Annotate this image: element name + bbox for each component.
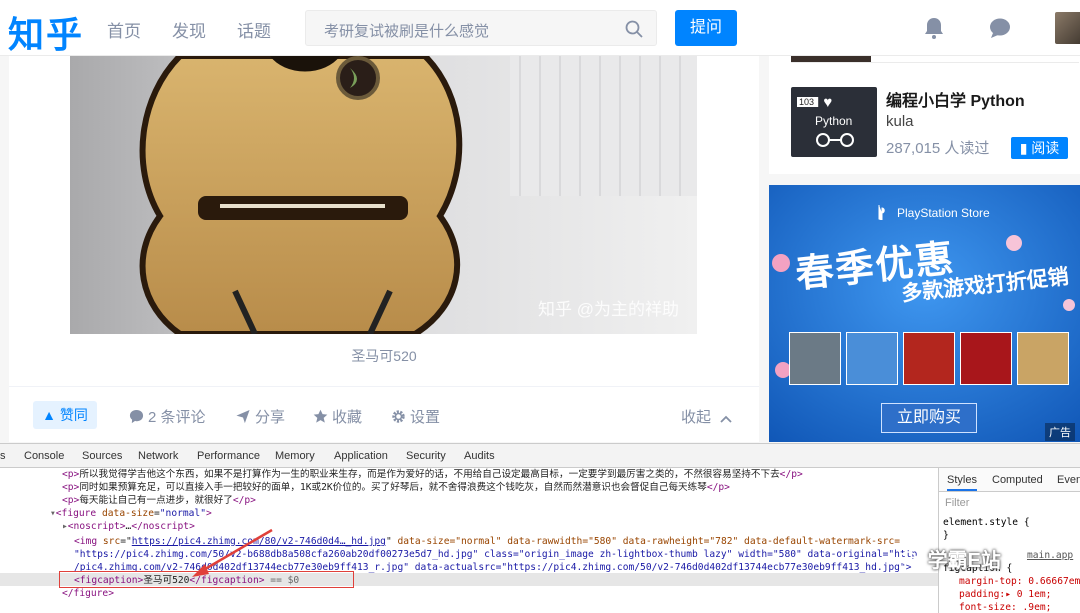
search-icon[interactable] <box>624 19 644 39</box>
ad-tag: 广告 <box>1045 423 1075 441</box>
favorite-button[interactable]: 收藏 <box>313 406 362 427</box>
style-source-link[interactable]: main.app <box>1027 550 1073 561</box>
share-label: 分享 <box>255 409 286 426</box>
sidebar-book-card: 103 I ♥ Python 编程小白学 Python kula 287,015… <box>769 56 1080 174</box>
star-icon <box>313 409 328 423</box>
tab-security[interactable]: Security <box>406 450 446 462</box>
styles-tabs: Styles Computed Event <box>939 468 1080 492</box>
answer-action-bar: ▲ 赞同 2 条评论 分享 收藏 设置 收起 <box>9 387 759 442</box>
comments-label: 2 条评论 <box>148 409 206 426</box>
tab-styles[interactable]: Styles <box>947 474 977 491</box>
tab-event-listeners[interactable]: Event <box>1057 474 1080 486</box>
tab-network[interactable]: Network <box>138 450 178 462</box>
book-author: kula <box>886 113 914 130</box>
image-caption: 圣马可520 <box>351 348 417 364</box>
settings-button[interactable]: 设置 <box>391 406 440 427</box>
search-placeholder: 考研复试被刷是什么感觉 <box>324 23 490 40</box>
share-icon <box>236 409 250 424</box>
tab-application[interactable]: Application <box>334 450 388 462</box>
ask-question-button[interactable]: 提问 <box>675 10 737 46</box>
game-cover-odyssey[interactable] <box>1017 332 1069 385</box>
book-cover[interactable]: 103 I ♥ Python <box>791 87 877 157</box>
divider <box>791 62 1079 63</box>
style-font-size[interactable]: font-size: .9em; <box>959 602 1051 613</box>
search-input[interactable]: 考研复试被刷是什么感觉 <box>305 10 657 46</box>
glasses-icon <box>816 133 854 147</box>
red-arrow-icon <box>192 528 273 577</box>
answer-card: 知乎 @为主的祥助 圣马可520 ▲ 赞同 2 条评论 分享 收藏 设置 收起 <box>9 56 759 442</box>
game-cover-god-of-war[interactable] <box>789 332 841 385</box>
nav-topics[interactable]: 话题 <box>237 17 271 42</box>
game-cover-dragon-quest[interactable] <box>846 332 898 385</box>
tab-memory[interactable]: Memory <box>275 450 315 462</box>
cover-number: 103 <box>797 97 817 107</box>
collapse-label: 收起 <box>681 409 712 426</box>
top-header: 知乎 首页 发现 话题 考研复试被刷是什么感觉 提问 <box>0 0 1080 56</box>
collapse-button[interactable]: 收起 <box>681 406 732 427</box>
game-cover-red-dead[interactable] <box>903 332 955 385</box>
guitar-photo-drawing <box>70 56 697 334</box>
tab-console[interactable]: Console <box>24 450 64 462</box>
tab-computed[interactable]: Computed <box>992 474 1043 486</box>
cover-python-text: Python <box>815 114 853 128</box>
book-icon: ▮ <box>1019 140 1032 156</box>
img-attrs: data-size="normal" data-rawwidth="580" d… <box>397 536 901 547</box>
wechat-icon <box>899 551 922 568</box>
elements-tree[interactable]: <p>所以我觉得学吉他这个东西，如果不是打算作为一生的职业来生存，而是作为爱好的… <box>0 468 938 613</box>
comments-button[interactable]: 2 条评论 <box>129 406 206 427</box>
playstation-ad[interactable]: PlayStation Store 春季优惠 多款游戏打折促销 立即购买 广告 <box>769 185 1080 442</box>
read-button[interactable]: ▮ 阅读 <box>1011 137 1068 159</box>
gear-icon <box>392 410 405 423</box>
tab-sources[interactable]: Sources <box>82 450 122 462</box>
nav-home[interactable]: 首页 <box>107 17 141 42</box>
wechat-watermark: 学霸E站 <box>899 544 1001 573</box>
devtools-tabs: s Console Sources Network Performance Me… <box>0 444 1080 468</box>
styles-pane: Styles Computed Event Filter element.sty… <box>938 468 1080 613</box>
guitar-photo[interactable]: 知乎 @为主的祥助 <box>70 56 697 334</box>
upvote-button[interactable]: ▲ 赞同 <box>33 401 97 429</box>
wechat-watermark-text: 学霸E站 <box>927 550 1001 572</box>
game-cover-spider-man[interactable] <box>960 332 1012 385</box>
book-title[interactable]: 编程小白学 Python <box>886 87 1025 111</box>
styles-filter-input[interactable]: Filter <box>945 497 969 509</box>
page: 知乎 首页 发现 话题 考研复试被刷是什么感觉 提问 知乎 @为主的祥助 圣马可… <box>0 0 1080 613</box>
notification-bell-icon[interactable] <box>922 16 946 40</box>
tab-audits[interactable]: Audits <box>464 450 495 462</box>
devtools-panel: s Console Sources Network Performance Me… <box>0 443 1080 613</box>
favorite-label: 收藏 <box>332 409 363 426</box>
book-read-count: 287,015 人读过 <box>886 140 990 157</box>
tab-elements[interactable]: s <box>0 450 6 462</box>
share-button[interactable]: 分享 <box>235 406 285 427</box>
element-style-close: } <box>943 530 949 541</box>
messages-icon[interactable] <box>988 16 1012 40</box>
buy-now-button[interactable]: 立即购买 <box>881 403 977 433</box>
photo-watermark: 知乎 @为主的祥助 <box>538 300 679 319</box>
cover-heart-text: I ♥ <box>815 94 833 111</box>
ad-brand: PlayStation Store <box>897 206 990 220</box>
comment-icon <box>129 409 144 424</box>
nav-explore[interactable]: 发现 <box>172 17 206 42</box>
chevron-up-icon <box>720 415 732 423</box>
playstation-logo-icon <box>878 205 885 220</box>
read-label: 阅读 <box>1031 140 1060 156</box>
user-avatar[interactable] <box>1055 12 1080 44</box>
zhihu-logo[interactable]: 知乎 <box>8 6 84 58</box>
style-margin-top[interactable]: margin-top: 0.66667em <box>959 576 1080 587</box>
element-style-rule[interactable]: element.style { <box>943 517 1030 528</box>
settings-label: 设置 <box>410 409 441 426</box>
tab-performance[interactable]: Performance <box>197 450 260 462</box>
style-padding[interactable]: padding:▸ 0 1em; <box>959 589 1051 600</box>
